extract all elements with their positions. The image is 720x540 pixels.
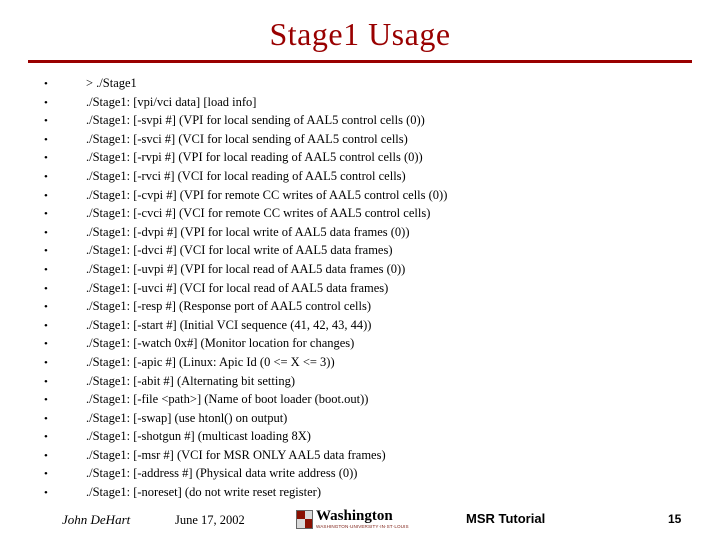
list-item-text: ./Stage1: [-swap] (use htonl() on output… xyxy=(86,410,288,425)
list-item: • ./Stage1: [-svpi #] (VPI for local sen… xyxy=(44,111,704,130)
bullet-marker-icon: • xyxy=(44,375,48,388)
list-item: • ./Stage1: [-uvci #] (VCI for local rea… xyxy=(44,279,704,298)
list-item-text: ./Stage1: [-svpi #] (VPI for local sendi… xyxy=(86,113,425,128)
list-item: • ./Stage1: [-shotgun #] (multicast load… xyxy=(44,427,704,446)
list-item-text: ./Stage1: [-rvci #] (VCI for local readi… xyxy=(86,168,406,183)
list-item-text: ./Stage1: [-dvpi #] (VPI for local write… xyxy=(86,224,410,239)
logo-subtitle: WASHINGTON·UNIVERSITY·IN·ST·LOUIS xyxy=(316,524,409,529)
list-item-text: ./Stage1: [-apic #] (Linux: Apic Id (0 <… xyxy=(86,354,335,369)
list-item-text: ./Stage1: [-rvpi #] (VPI for local readi… xyxy=(86,150,423,165)
bullet-marker-icon: • xyxy=(44,78,48,90)
list-item-text: ./Stage1: [-watch 0x#] (Monitor location… xyxy=(86,336,355,351)
list-item: • > ./Stage1 xyxy=(44,74,704,93)
bullet-marker-icon: • xyxy=(44,356,48,369)
list-item-text: ./Stage1: [-uvci #] (VCI for local read … xyxy=(86,280,389,295)
list-item: • ./Stage1: [-start #] (Initial VCI sequ… xyxy=(44,316,704,335)
list-item-text: ./Stage1: [-file <path>] (Name of boot l… xyxy=(86,392,369,407)
list-item: • ./Stage1: [-cvpi #] (VPI for remote CC… xyxy=(44,186,704,205)
list-item: • ./Stage1: [-msr #] (VCI for MSR ONLY A… xyxy=(44,446,704,465)
bullet-marker-icon: • xyxy=(44,115,48,128)
logo-name: Washington xyxy=(316,508,393,524)
list-item: • ./Stage1: [-rvpi #] (VPI for local rea… xyxy=(44,148,704,167)
list-item: • ./Stage1: [-address #] (Physical data … xyxy=(44,464,704,483)
footer-title: MSR Tutorial xyxy=(466,511,546,526)
washington-university-logo: Washington WASHINGTON·UNIVERSITY·IN·ST·L… xyxy=(296,505,426,533)
list-item-text: ./Stage1: [-cvpi #] (VPI for remote CC w… xyxy=(86,187,448,202)
page-title: Stage1 Usage xyxy=(269,16,451,52)
list-item-text: ./Stage1: [-svci #] (VCI for local sendi… xyxy=(86,131,408,146)
title-divider xyxy=(28,60,692,63)
list-item-text: ./Stage1: [-address #] (Physical data wr… xyxy=(86,466,358,481)
list-item: • ./Stage1: [-uvpi #] (VPI for local rea… xyxy=(44,260,704,279)
bullet-marker-icon: • xyxy=(44,487,48,500)
list-item: • ./Stage1: [-apic #] (Linux: Apic Id (0… xyxy=(44,353,704,372)
list-item: • ./Stage1: [-cvci #] (VCI for remote CC… xyxy=(44,204,704,223)
bullet-marker-icon: • xyxy=(44,208,48,221)
list-item-text: ./Stage1: [-noreset] (do not write reset… xyxy=(86,485,321,500)
bullet-marker-icon: • xyxy=(44,412,48,425)
list-item-text: ./Stage1: [-resp #] (Response port of AA… xyxy=(86,299,372,314)
list-item-text: ./Stage1: [-dvci #] (VCI for local write… xyxy=(86,243,393,258)
list-item-text: ./Stage1: [-uvpi #] (VPI for local read … xyxy=(86,261,406,276)
list-item: • ./Stage1: [-rvci #] (VCI for local rea… xyxy=(44,167,704,186)
bullet-marker-icon: • xyxy=(44,431,48,444)
list-item-text: ./Stage1: [-start #] (Initial VCI sequen… xyxy=(86,317,372,332)
list-item: • ./Stage1: [-noreset] (do not write res… xyxy=(44,483,704,502)
list-item-text: ./Stage1: [-msr #] (VCI for MSR ONLY AAL… xyxy=(86,447,386,462)
bullet-marker-icon: • xyxy=(44,449,48,462)
list-item-text: ./Stage1: [vpi/vci data] [load info] xyxy=(86,94,257,109)
list-item-text: ./Stage1: [-abit #] (Alternating bit set… xyxy=(86,373,295,388)
bullet-marker-icon: • xyxy=(44,96,48,109)
footer-author: John DeHart xyxy=(62,512,131,527)
slide: Stage1 Usage • > ./Stage1 • ./Stage1: [v… xyxy=(0,0,720,540)
list-item: • ./Stage1: [-dvci #] (VCI for local wri… xyxy=(44,241,704,260)
list-item-text: ./Stage1: [-cvci #] (VCI for remote CC w… xyxy=(86,206,431,221)
list-item: • ./Stage1: [vpi/vci data] [load info] xyxy=(44,93,704,112)
bullet-marker-icon: • xyxy=(44,189,48,202)
bullet-marker-icon: • xyxy=(44,170,48,183)
footer-date: June 17, 2002 xyxy=(175,513,245,527)
bullet-marker-icon: • xyxy=(44,338,48,351)
page-number: 15 xyxy=(668,512,682,526)
list-item: • ./Stage1: [-dvpi #] (VPI for local wri… xyxy=(44,223,704,242)
bullet-marker-icon: • xyxy=(44,263,48,276)
bullet-marker-icon: • xyxy=(44,319,48,332)
list-item: • ./Stage1: [-swap] (use htonl() on outp… xyxy=(44,409,704,428)
list-item: • ./Stage1: [-file <path>] (Name of boot… xyxy=(44,390,704,409)
bullet-marker-icon: • xyxy=(44,282,48,295)
list-item: • ./Stage1: [-watch 0x#] (Monitor locati… xyxy=(44,334,704,353)
bullet-marker-icon: • xyxy=(44,468,48,481)
bullet-list: • > ./Stage1 • ./Stage1: [vpi/vci data] … xyxy=(44,74,704,502)
bullet-marker-icon: • xyxy=(44,152,48,165)
bullet-marker-icon: • xyxy=(44,133,48,146)
bullet-marker-icon: • xyxy=(44,226,48,239)
shield-icon xyxy=(296,509,313,529)
list-item: • ./Stage1: [-resp #] (Response port of … xyxy=(44,297,704,316)
bullet-marker-icon: • xyxy=(44,245,48,258)
list-item-text: > ./Stage1 xyxy=(86,76,137,90)
list-item: • ./Stage1: [-svci #] (VCI for local sen… xyxy=(44,130,704,149)
list-item-text: ./Stage1: [-shotgun #] (multicast loadin… xyxy=(86,429,311,444)
bullet-marker-icon: • xyxy=(44,301,48,314)
bullet-marker-icon: • xyxy=(44,394,48,407)
list-item: • ./Stage1: [-abit #] (Alternating bit s… xyxy=(44,372,704,391)
